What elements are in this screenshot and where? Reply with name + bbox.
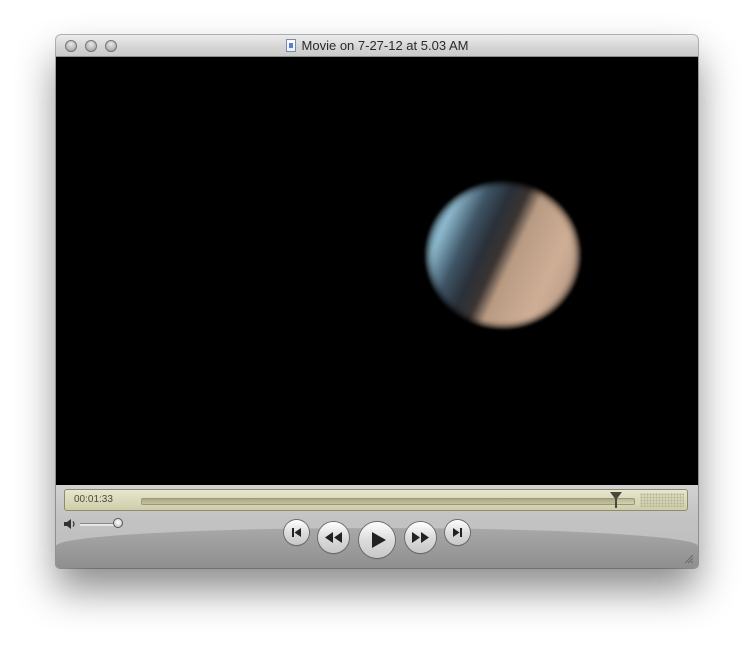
window-title-text: Movie on 7-27-12 at 5.03 AM bbox=[301, 38, 469, 53]
skip-back-icon bbox=[292, 528, 301, 537]
go-to-end-button[interactable] bbox=[445, 520, 470, 545]
resize-grip-icon[interactable] bbox=[683, 553, 694, 564]
playhead-stem bbox=[614, 499, 617, 508]
timebar-texture bbox=[640, 493, 684, 507]
rewind-button[interactable] bbox=[318, 522, 349, 553]
rewind-icon bbox=[325, 532, 342, 543]
skip-forward-icon bbox=[453, 528, 462, 537]
title-bar[interactable]: Movie on 7-27-12 at 5.03 AM bbox=[56, 35, 698, 57]
time-bar: 00:01:33 bbox=[64, 489, 688, 511]
movie-document-icon bbox=[285, 39, 296, 52]
playback-controller: 00:01:33 bbox=[56, 485, 698, 568]
scrubber-track[interactable] bbox=[141, 498, 635, 505]
play-button[interactable] bbox=[359, 522, 395, 558]
scrubber-progress bbox=[142, 499, 617, 504]
current-time: 00:01:33 bbox=[74, 494, 113, 505]
fast-forward-icon bbox=[412, 532, 429, 543]
video-area[interactable] bbox=[56, 57, 698, 485]
go-to-start-button[interactable] bbox=[284, 520, 309, 545]
movie-window: Movie on 7-27-12 at 5.03 AM 00:01:33 bbox=[56, 35, 698, 568]
speaker-icon[interactable] bbox=[63, 518, 77, 530]
window-title: Movie on 7-27-12 at 5.03 AM bbox=[56, 38, 698, 54]
video-frame-content bbox=[425, 181, 581, 329]
fast-forward-button[interactable] bbox=[405, 522, 436, 553]
volume-knob[interactable] bbox=[112, 518, 123, 528]
play-icon bbox=[372, 532, 386, 548]
